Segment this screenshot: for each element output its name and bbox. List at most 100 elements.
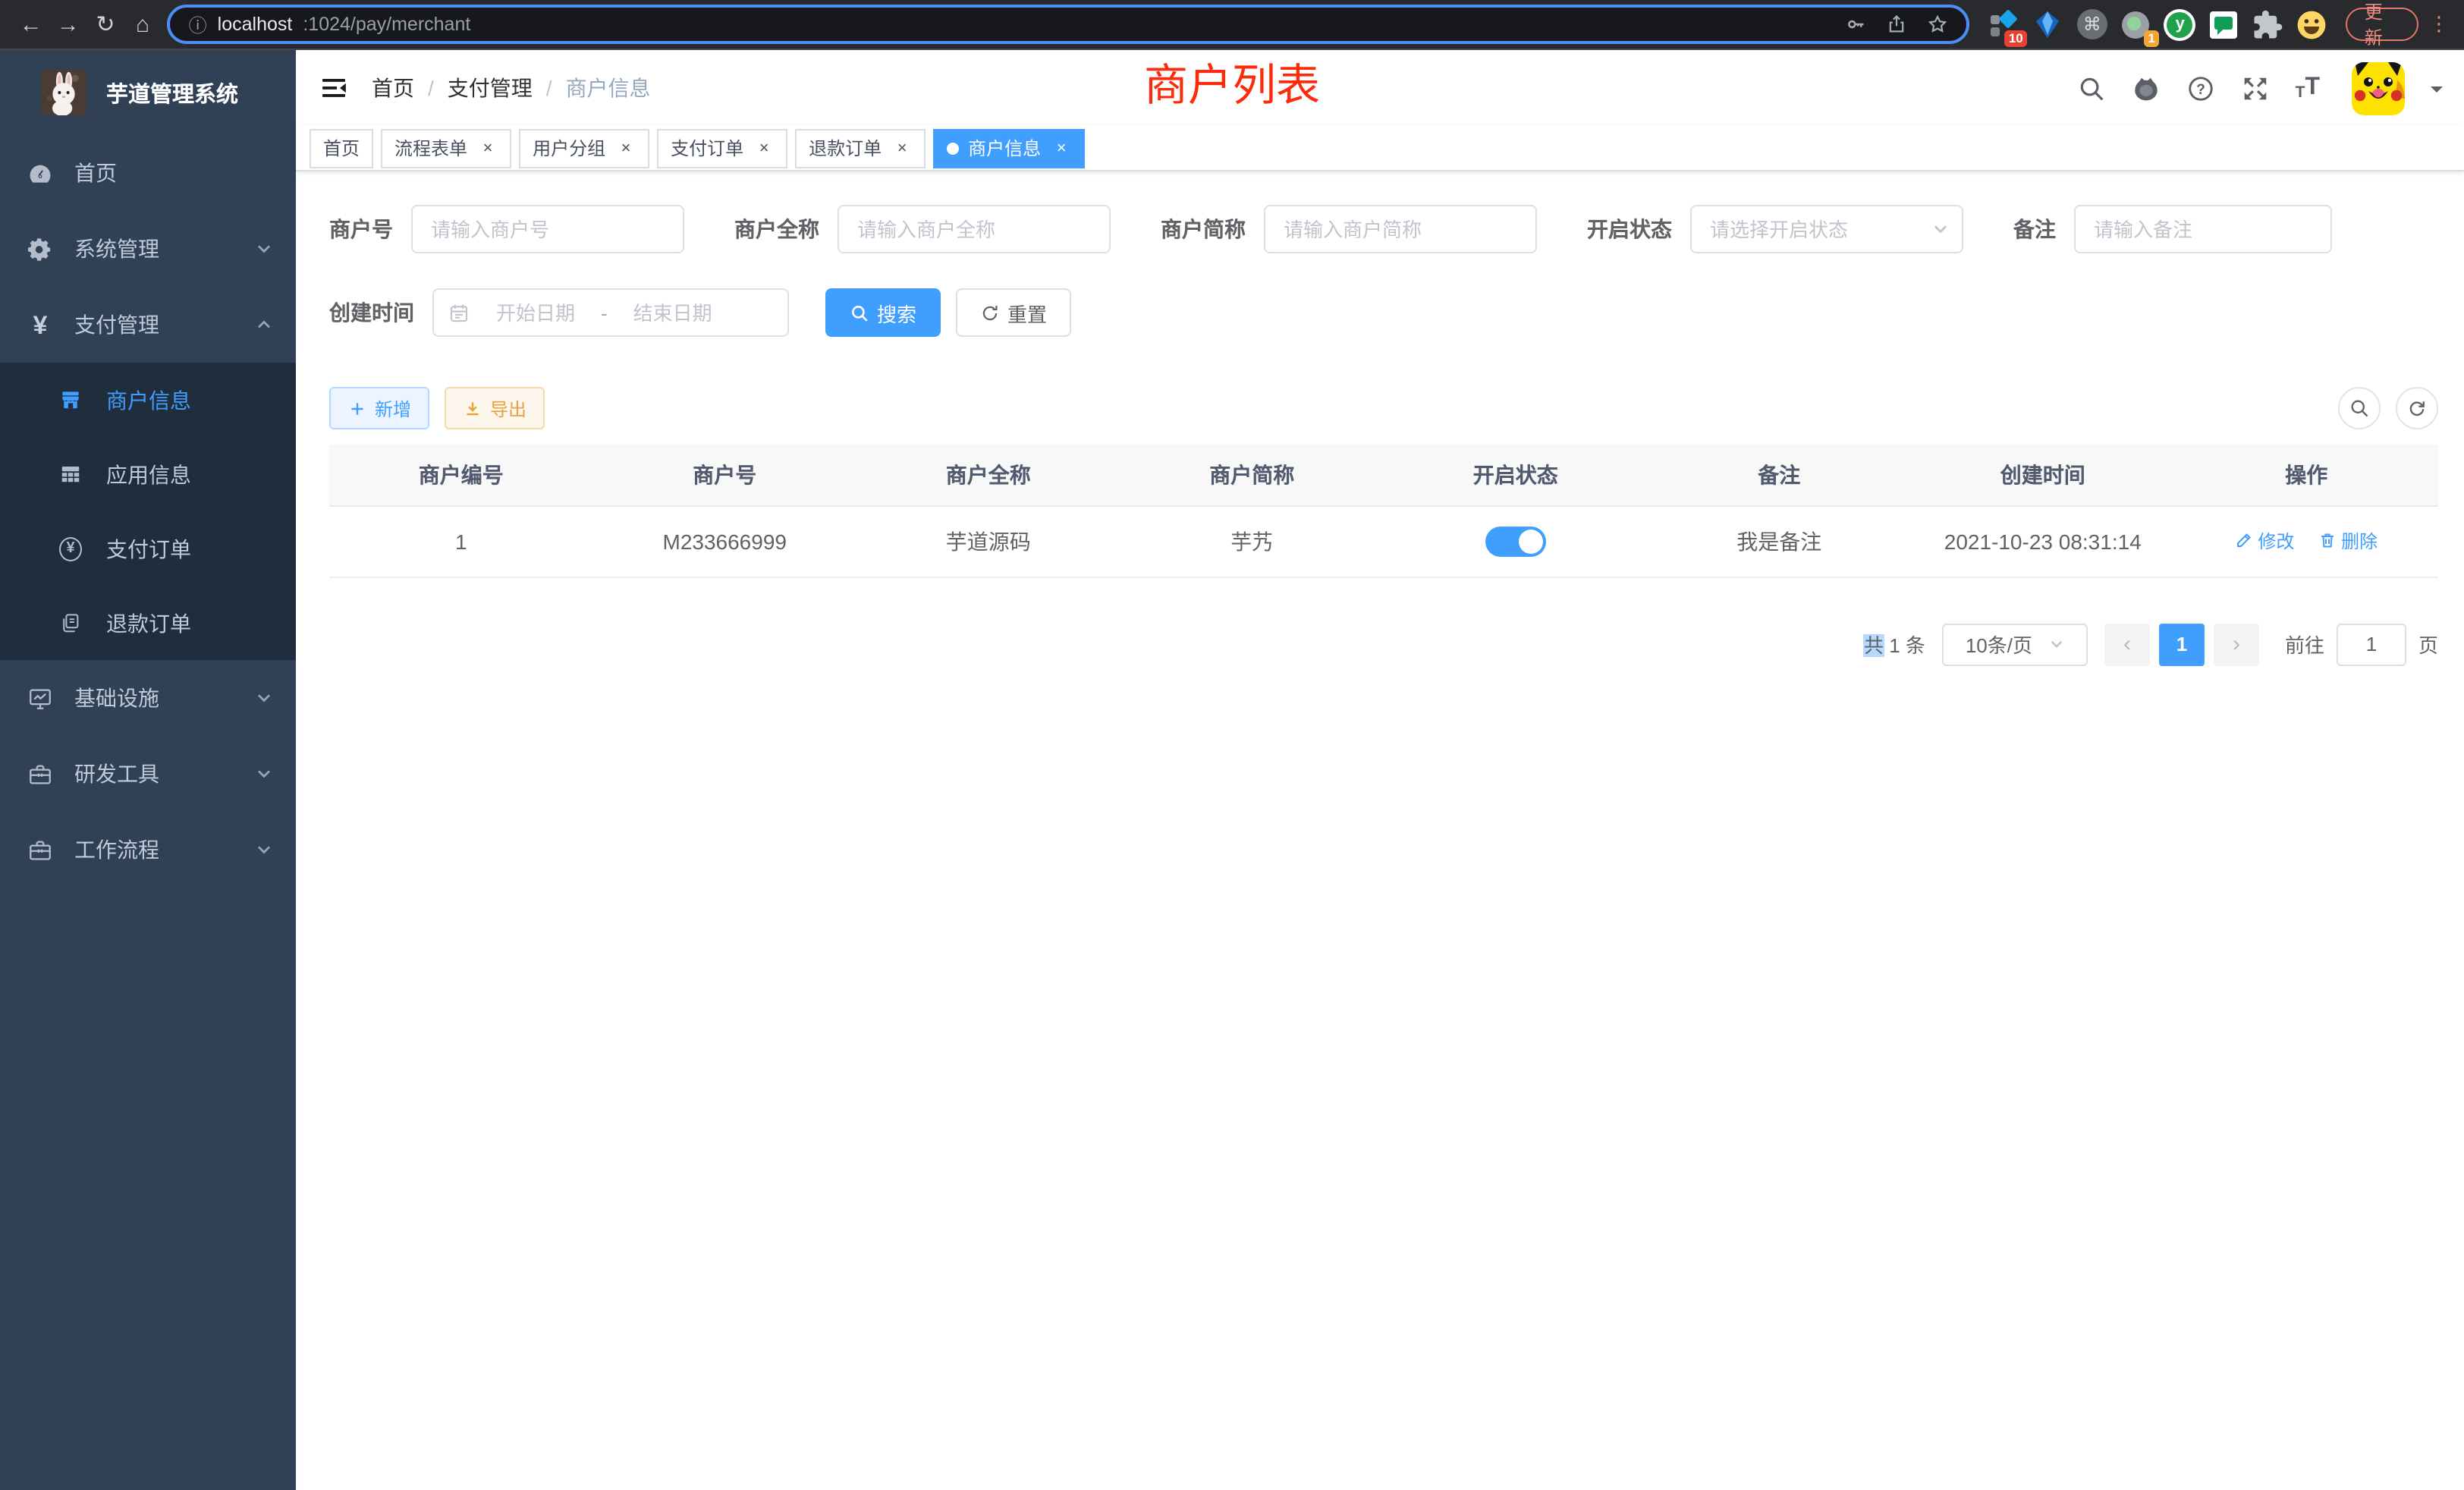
tag-user-group[interactable]: 用户分组 × <box>519 128 649 168</box>
tag-merchant-info[interactable]: 商户信息 × <box>933 128 1085 168</box>
extension-badge: 10 <box>2004 30 2028 46</box>
tag-close-icon[interactable]: × <box>754 138 774 158</box>
sidebar-item-app-info[interactable]: 应用信息 <box>0 437 296 511</box>
tag-close-icon[interactable]: × <box>478 138 498 158</box>
add-button[interactable]: 新增 <box>329 387 429 429</box>
prev-page-button[interactable]: ‹ <box>2104 623 2150 665</box>
tag-refund-order[interactable]: 退款订单 × <box>795 128 926 168</box>
status-select[interactable] <box>1690 205 1963 253</box>
help-icon[interactable]: ? <box>2186 74 2215 102</box>
col-merchant-id: 商户编号 <box>329 445 593 505</box>
page-size-select[interactable]: 10条/页 <box>1942 623 2088 665</box>
goto-unit: 页 <box>2418 630 2438 659</box>
filter-create-time: 创建时间 - <box>329 288 789 337</box>
browser-menu-icon[interactable]: ⋮ <box>2429 12 2449 36</box>
chevron-down-icon <box>255 841 273 859</box>
refresh-button[interactable] <box>2396 387 2438 429</box>
sidebar-item-pay-order[interactable]: ¥ 支付订单 <box>0 511 296 586</box>
user-avatar[interactable] <box>2352 61 2405 115</box>
browser-home-button[interactable]: ⌂ <box>124 5 161 44</box>
font-size-icon[interactable]: TT <box>2296 76 2320 100</box>
header-search-icon[interactable] <box>2077 74 2106 102</box>
sidebar-item-home[interactable]: 首页 <box>0 135 296 211</box>
sidebar-item-label: 研发工具 <box>74 759 159 789</box>
tag-close-icon[interactable]: × <box>1051 138 1071 158</box>
breadcrumb-home[interactable]: 首页 <box>372 73 414 103</box>
grid-icon <box>59 463 82 486</box>
browser-forward-button[interactable]: → <box>49 5 86 44</box>
sidebar-item-merchant-info[interactable]: 商户信息 <box>0 363 296 437</box>
extension-gem-icon[interactable] <box>2032 8 2064 40</box>
col-actions: 操作 <box>2175 445 2439 505</box>
address-bar[interactable]: ⓘ localhost:1024/pay/merchant <box>168 5 1970 44</box>
cell-status <box>1384 505 1648 577</box>
github-icon[interactable] <box>2132 74 2161 102</box>
toolbox-icon <box>27 761 53 787</box>
start-date-input[interactable] <box>476 301 595 324</box>
browser-back-button[interactable]: ← <box>12 5 49 44</box>
sidebar-item-workflow[interactable]: 工作流程 <box>0 812 296 888</box>
toggle-search-button[interactable] <box>2338 387 2381 429</box>
sidebar-item-label: 基础设施 <box>74 683 159 713</box>
sidebar-item-dev-tools[interactable]: 研发工具 <box>0 736 296 812</box>
url-path: :1024/pay/merchant <box>303 14 470 35</box>
sidebar-collapse-icon[interactable] <box>296 50 372 126</box>
extension-command-icon[interactable]: ⌘ <box>2076 8 2108 40</box>
filter-label: 创建时间 <box>329 297 414 328</box>
remark-input[interactable] <box>2074 205 2332 253</box>
extension-y-icon[interactable]: y <box>2164 8 2196 40</box>
table-header-row: 商户编号 商户号 商户全称 商户简称 开启状态 备注 创建时间 操作 <box>329 445 2438 505</box>
export-button[interactable]: 导出 <box>445 387 545 429</box>
sidebar-item-label: 工作流程 <box>74 835 159 865</box>
current-page-button[interactable]: 1 <box>2159 623 2205 665</box>
cell-remark: 我是备注 <box>1648 505 1912 577</box>
browser-reload-button[interactable]: ↻ <box>86 5 124 44</box>
sidebar-item-label: 系统管理 <box>74 234 159 264</box>
tags-view-bar: 首页 流程表单 × 用户分组 × 支付订单 × <box>296 126 2464 171</box>
extension-chat-icon[interactable] <box>2208 8 2240 40</box>
date-range-picker[interactable]: - <box>432 288 789 337</box>
edit-link[interactable]: 修改 <box>2235 528 2294 554</box>
end-date-input[interactable] <box>614 301 732 324</box>
profile-emoji-avatar[interactable] <box>2296 8 2328 40</box>
extension-circle-icon[interactable]: 1 <box>2120 8 2152 40</box>
merchant-no-input[interactable] <box>411 205 684 253</box>
breadcrumb-payment[interactable]: 支付管理 <box>448 73 533 103</box>
tag-process-form[interactable]: 流程表单 × <box>381 128 511 168</box>
sidebar-item-system[interactable]: 系统管理 <box>0 211 296 287</box>
delete-link[interactable]: 删除 <box>2318 528 2378 554</box>
navbar-actions: ? TT <box>2077 61 2443 115</box>
status-toggle[interactable] <box>1485 526 1546 556</box>
bookmark-star-icon[interactable] <box>1928 14 1949 35</box>
sidebar-item-refund-order[interactable]: 退款订单 <box>0 586 296 660</box>
reset-button[interactable]: 重置 <box>956 288 1071 337</box>
tag-pay-order[interactable]: 支付订单 × <box>657 128 787 168</box>
store-icon <box>59 388 82 411</box>
tag-home[interactable]: 首页 <box>310 128 373 168</box>
extension-tasks-icon[interactable]: 10 <box>1988 8 2020 40</box>
goto-page-input[interactable] <box>2337 623 2406 665</box>
share-icon[interactable] <box>1887 14 1908 35</box>
extension-badge: 1 <box>2143 30 2159 46</box>
browser-toolbar: ← → ↻ ⌂ ⓘ localhost:1024/pay/merchant 10… <box>0 0 2464 50</box>
short-name-input[interactable] <box>1264 205 1537 253</box>
site-info-icon[interactable]: ⓘ <box>189 11 207 37</box>
password-key-icon[interactable] <box>1846 14 1867 35</box>
chevron-down-icon <box>255 240 273 258</box>
next-page-button[interactable]: › <box>2214 623 2259 665</box>
breadcrumb-separator: / <box>546 76 552 100</box>
full-name-input[interactable] <box>838 205 1111 253</box>
fullscreen-icon[interactable] <box>2241 74 2270 102</box>
extensions-puzzle-icon[interactable] <box>2252 8 2284 40</box>
tag-close-icon[interactable]: × <box>892 138 912 158</box>
breadcrumb-current: 商户信息 <box>566 73 651 103</box>
chrome-update-button[interactable]: 更新 <box>2346 8 2418 41</box>
breadcrumb: 首页 / 支付管理 / 商户信息 <box>372 73 651 103</box>
search-button[interactable]: 搜索 <box>825 288 941 337</box>
tag-close-icon[interactable]: × <box>616 138 636 158</box>
sidebar-item-payment[interactable]: ¥ 支付管理 <box>0 287 296 363</box>
cell-short-name: 芋艿 <box>1120 505 1384 577</box>
sidebar-logo[interactable]: 芋道管理系统 <box>0 50 296 135</box>
avatar-caret-icon[interactable] <box>2431 86 2443 98</box>
sidebar-item-infrastructure[interactable]: 基础设施 <box>0 660 296 736</box>
